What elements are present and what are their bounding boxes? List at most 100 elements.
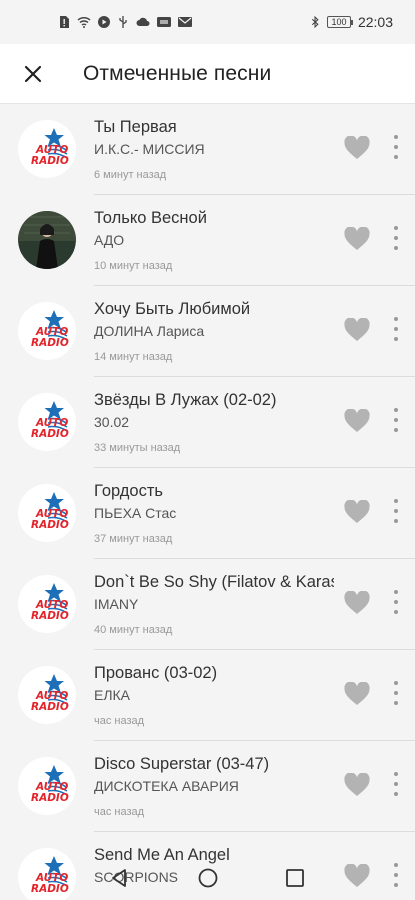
logo-text-radio: RADIO (31, 519, 69, 531)
logo-text-radio: RADIO (31, 792, 69, 804)
song-time: час назад (94, 806, 145, 818)
more-dot (394, 610, 398, 614)
song-row[interactable]: AUTO RADIO Звёзды В Лужах (02-02) 30.02 … (0, 377, 415, 468)
song-row[interactable]: AUTO RADIO Don`t Be So Shy (Filatov & Ka… (0, 559, 415, 650)
song-time: 33 минуты назад (94, 442, 181, 454)
song-artist: 30.02 (94, 414, 130, 430)
song-title: Ты Первая (94, 118, 177, 136)
more-options-icon[interactable] (386, 678, 406, 708)
heart-icon[interactable] (344, 500, 370, 524)
song-title: Хочу Быть Любимой (94, 300, 251, 318)
song-artist: И.К.С.- МИССИЯ (94, 141, 205, 157)
autoradio-logo-icon: AUTO RADIO (18, 393, 76, 451)
song-avatar: AUTO RADIO (18, 120, 76, 178)
song-title: Гордость (94, 482, 164, 500)
song-time: 40 минут назад (94, 624, 173, 636)
status-left-icons (58, 16, 192, 28)
song-info: Гордость ПЬЕХА Стас 37 минут назад (94, 480, 334, 546)
song-title: Только Весной (94, 209, 207, 227)
song-row[interactable]: AUTO RADIO Ты Первая И.К.С.- МИССИЯ 6 ми… (0, 104, 415, 195)
more-dot (394, 701, 398, 705)
bluetooth-icon (311, 16, 319, 28)
more-options-icon[interactable] (386, 132, 406, 162)
song-avatar: AUTO RADIO (18, 484, 76, 542)
song-info: Don`t Be So Shy (Filatov & Karas IMANY 4… (94, 571, 334, 637)
heart-icon[interactable] (344, 136, 370, 160)
heart-icon[interactable] (344, 318, 370, 342)
song-avatar: AUTO RADIO (18, 302, 76, 360)
autoradio-logo-icon: AUTO RADIO (18, 484, 76, 542)
song-title: Don`t Be So Shy (Filatov & Karas (94, 573, 334, 591)
more-dot (394, 246, 398, 250)
song-row[interactable]: AUTO RADIO Прованс (03-02) ЕЛКА час наза… (0, 650, 415, 741)
battery-icon: 100 (326, 16, 353, 28)
status-right-icons: 100 22:03 (311, 14, 393, 30)
more-options-icon[interactable] (386, 496, 406, 526)
heart-icon[interactable] (344, 591, 370, 615)
song-row[interactable]: AUTO RADIO Гордость ПЬЕХА Стас 37 минут … (0, 468, 415, 559)
song-info: Хочу Быть Любимой ДОЛИНА Лариса 14 минут… (94, 298, 334, 364)
more-dot (394, 772, 398, 776)
close-icon (24, 65, 42, 82)
more-dot (394, 792, 398, 796)
back-icon[interactable] (108, 867, 130, 889)
heart-icon[interactable] (344, 227, 370, 251)
more-dot (394, 236, 398, 240)
more-dot (394, 408, 398, 412)
recents-icon[interactable] (285, 868, 305, 888)
song-row[interactable]: Только Весной АДО 10 минут назад (0, 195, 415, 286)
more-dot (394, 519, 398, 523)
song-time: час назад (94, 715, 145, 727)
more-dot (394, 600, 398, 604)
more-options-icon[interactable] (386, 314, 406, 344)
more-options-icon[interactable] (386, 405, 406, 435)
song-row[interactable]: AUTO RADIO Хочу Быть Любимой ДОЛИНА Лари… (0, 286, 415, 377)
song-row[interactable]: AUTO RADIO Disco Superstar (03-47) ДИСКО… (0, 741, 415, 832)
song-list[interactable]: AUTO RADIO Ты Первая И.К.С.- МИССИЯ 6 ми… (0, 104, 415, 900)
song-info: Ты Первая И.К.С.- МИССИЯ 6 минут назад (94, 116, 334, 182)
autoradio-logo-icon: AUTO RADIO (18, 575, 76, 633)
logo-text-radio: RADIO (31, 701, 69, 713)
close-button[interactable] (17, 58, 49, 90)
more-options-icon[interactable] (386, 223, 406, 253)
status-bar: 100 22:03 (0, 0, 415, 44)
more-dot (394, 681, 398, 685)
song-avatar: AUTO RADIO (18, 666, 76, 724)
autoradio-logo-icon: AUTO RADIO (18, 666, 76, 724)
song-title: Прованс (03-02) (94, 664, 218, 682)
more-dot (394, 337, 398, 341)
home-icon[interactable] (197, 867, 219, 889)
song-time: 6 минут назад (94, 169, 167, 181)
heart-icon[interactable] (344, 409, 370, 433)
nfc-icon (157, 17, 171, 27)
mail-icon (178, 17, 192, 27)
song-artist: АДО (94, 232, 125, 248)
more-dot (394, 691, 398, 695)
heart-icon[interactable] (344, 682, 370, 706)
song-avatar: AUTO RADIO (18, 393, 76, 451)
song-artist: ДИСКОТЕКА АВАРИЯ (94, 778, 239, 794)
song-time: 37 минут назад (94, 533, 173, 545)
more-options-icon[interactable] (386, 769, 406, 799)
logo-text-radio: RADIO (31, 428, 69, 440)
more-dot (394, 428, 398, 432)
song-artist: ДОЛИНА Лариса (94, 323, 205, 339)
more-dot (394, 509, 398, 513)
more-dot (394, 317, 398, 321)
more-dot (394, 145, 398, 149)
song-avatar: AUTO RADIO (18, 575, 76, 633)
song-time: 10 минут назад (94, 260, 173, 272)
logo-text-radio: RADIO (31, 337, 69, 349)
sim-alert-icon (60, 16, 69, 28)
screen: 100 22:03 Отмеченные песни AUTO RADIO Ты… (0, 0, 415, 900)
song-info: Звёзды В Лужах (02-02) 30.02 33 минуты н… (94, 389, 334, 455)
more-dot (394, 327, 398, 331)
autoradio-logo-icon: AUTO RADIO (18, 120, 76, 178)
more-dot (394, 590, 398, 594)
logo-text-radio: RADIO (31, 155, 69, 167)
more-options-icon[interactable] (386, 587, 406, 617)
heart-icon[interactable] (344, 773, 370, 797)
autoradio-logo-icon: AUTO RADIO (18, 302, 76, 360)
artist-photo (18, 211, 76, 269)
app-bar: Отмеченные песни (0, 44, 415, 104)
